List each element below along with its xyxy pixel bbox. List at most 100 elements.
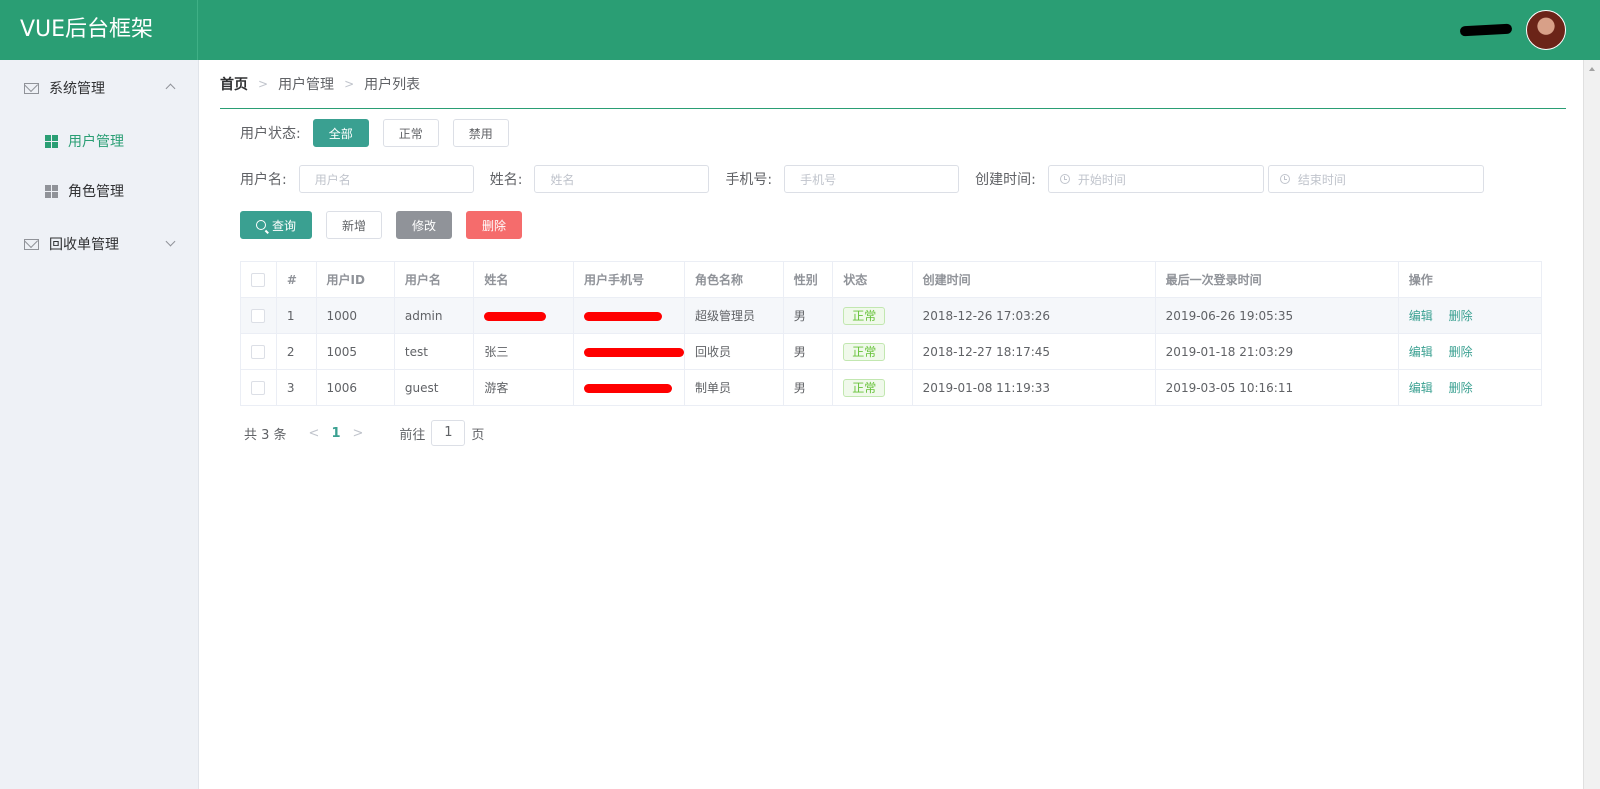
row-select-cell [240,333,277,370]
chevron-down-icon [165,236,176,247]
row-checkbox[interactable] [251,344,265,359]
row-checkbox[interactable] [251,308,265,323]
action-bar: 查询 新增 修改 删除 [240,211,522,239]
chevron-right-icon: > [344,77,355,91]
breadcrumb-user-list: 用户列表 [364,77,421,93]
user-id: 1000 [315,297,395,334]
phone [572,369,685,406]
menu-label: 系统管理 [49,81,105,97]
clock-icon [1059,174,1070,184]
user-area[interactable] [1459,10,1566,50]
avatar[interactable] [1526,10,1566,50]
user-id: 1005 [315,333,395,370]
top-header: VUE后台框架 [0,0,1600,60]
status-cell: 正常 [832,297,913,334]
goto-page-input[interactable]: 1 [431,420,466,446]
delete-button[interactable]: 删除 [466,211,522,239]
sidebar-item-label: 用户管理 [68,134,124,150]
column-header: 操作 [1397,261,1543,298]
breadcrumb-user-management[interactable]: 用户管理 [278,74,334,94]
operations-cell: 编辑 删除 [1397,333,1543,370]
operations-cell: 编辑 删除 [1397,369,1543,406]
row-index: 2 [275,333,317,370]
role-name: 超级管理员 [683,297,784,334]
main-content: 首页 > 用户管理 > 用户列表 用户状态: 全部 正常 禁用 用户名: 用户名… [220,60,1566,446]
username-label: 用户名: [240,172,287,188]
column-header: 用户名 [393,261,475,298]
vertical-scrollbar[interactable] [1583,60,1600,789]
goto-label: 前往 [399,427,426,443]
created-time: 2019-01-08 11:19:33 [911,369,1156,406]
start-time-input[interactable]: 开始时间 [1047,165,1264,193]
column-header: # [275,261,317,298]
real-name: 游客 [473,369,574,406]
select-all-checkbox[interactable] [251,272,265,287]
user-id: 1006 [315,369,395,406]
menu-recycle-order-management[interactable]: 回收单管理 [0,216,198,272]
row-delete-link[interactable]: 删除 [1449,381,1473,395]
mail-icon [24,238,39,250]
phone [572,297,685,334]
real-name [473,297,574,334]
username: admin [393,297,475,334]
name-input[interactable]: 姓名 [534,165,710,193]
grid-icon [45,184,58,198]
edit-button[interactable]: 修改 [396,211,452,239]
end-time-input[interactable]: 结束时间 [1267,165,1484,193]
row-delete-link[interactable]: 删除 [1449,345,1473,359]
add-button[interactable]: 新增 [326,211,382,239]
status-all-button[interactable]: 全部 [312,119,369,147]
mail-icon [24,82,39,94]
row-select-cell [240,369,277,406]
gender: 男 [782,297,834,334]
query-button[interactable]: 查询 [240,211,312,239]
column-header: 姓名 [473,261,574,298]
row-edit-link[interactable]: 编辑 [1409,345,1433,359]
last-login-time: 2019-03-05 10:16:11 [1154,369,1399,406]
breadcrumb-home[interactable]: 首页 [220,74,248,94]
status-cell: 正常 [832,369,913,406]
role-name: 回收员 [683,333,784,370]
sidebar-item-label: 角色管理 [68,184,124,200]
menu-label: 回收单管理 [49,237,119,253]
column-header: 创建时间 [911,261,1156,298]
status-badge: 正常 [843,342,886,361]
status-badge: 正常 [843,306,886,325]
row-delete-link[interactable]: 删除 [1449,309,1473,323]
status-normal-button[interactable]: 正常 [382,119,439,147]
real-name: 张三 [473,333,574,370]
row-checkbox[interactable] [251,380,265,395]
menu-system-management[interactable]: 系统管理 [0,60,198,116]
table-header-row: # 用户ID 用户名 姓名 用户手机号 角色名称 性别 状态 创建时间 最后一次… [240,261,1543,298]
username: guest [393,369,475,406]
row-edit-link[interactable]: 编辑 [1409,309,1433,323]
operations-cell: 编辑 删除 [1397,297,1543,334]
status-badge: 正常 [843,378,886,397]
table-row[interactable]: 2 1005 test 张三 回收员 男 正常 2018-12-27 18:17… [240,333,1543,370]
end-time-placeholder: 结束时间 [1297,172,1346,187]
search-icon [256,220,266,230]
username-input[interactable]: 用户名 [298,165,474,193]
sidebar-item-user-management[interactable]: 用户管理 [0,116,198,166]
clock-icon [1279,174,1290,184]
prev-page-icon[interactable]: < [309,426,320,441]
phone-input[interactable]: 手机号 [784,165,960,193]
column-header: 最后一次登录时间 [1154,261,1399,298]
table-row[interactable]: 3 1006 guest 游客 制单员 男 正常 2019-01-08 11:1… [240,369,1543,406]
grid-icon [45,134,58,148]
next-page-icon[interactable]: > [353,426,364,441]
page-number-current[interactable]: 1 [331,426,340,441]
query-label: 查询 [272,218,297,233]
username: test [393,333,475,370]
start-time-placeholder: 开始时间 [1077,172,1126,187]
search-filters: 用户名: 用户名 姓名: 姓名 手机号: 手机号 创建时间: 开始时间 结束时间 [240,165,1484,193]
row-edit-link[interactable]: 编辑 [1409,381,1433,395]
created-time-label: 创建时间: [975,172,1036,188]
table-row[interactable]: 1 1000 admin 超级管理员 男 正常 2018-12-26 17:03… [240,297,1543,334]
app-logo[interactable]: VUE后台框架 [0,0,198,60]
sidebar-item-role-management[interactable]: 角色管理 [0,166,198,216]
chevron-up-icon [165,83,176,94]
created-time: 2018-12-26 17:03:26 [911,297,1156,334]
status-disabled-button[interactable]: 禁用 [452,119,509,147]
pagination: 共 3 条 < 1 > 前往 1 页 [244,420,484,446]
